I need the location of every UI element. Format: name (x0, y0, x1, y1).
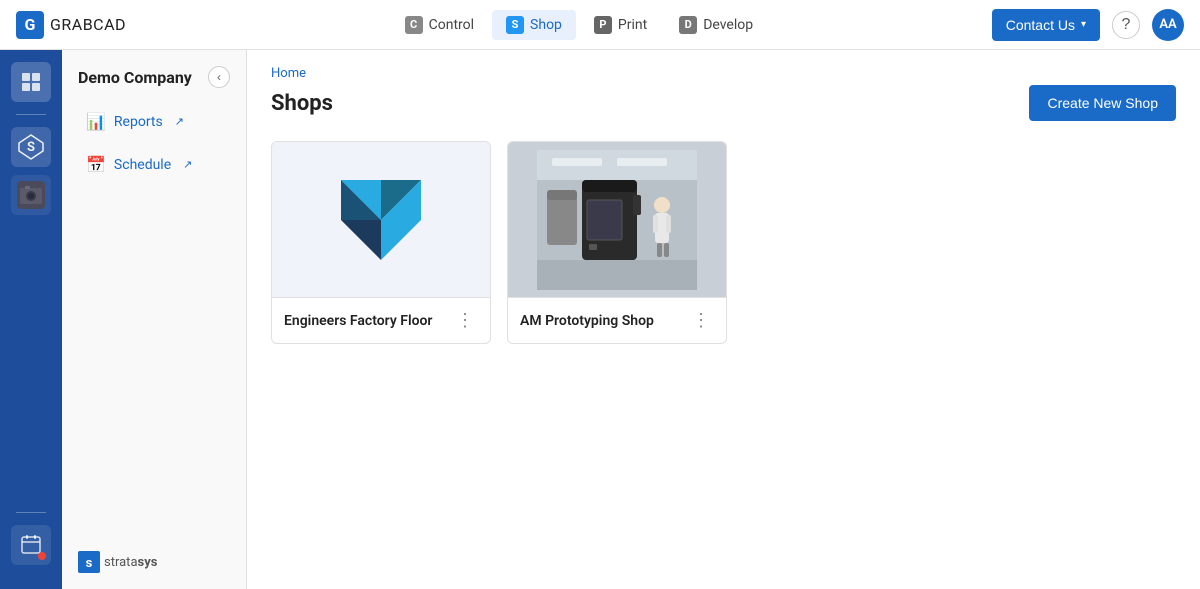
logo-area[interactable]: G GRABCAD (16, 11, 126, 39)
sidebar-item-reports[interactable]: 📊 Reports ↗ (70, 102, 238, 141)
control-icon: C (405, 16, 423, 34)
company-name: Demo Company (78, 68, 192, 87)
camera-icon (17, 181, 45, 209)
chevron-down-icon: ▾ (1081, 19, 1086, 30)
shop-sidebar-icon-button[interactable]: S (11, 127, 51, 167)
shop-card-engineers-factory-floor[interactable]: Engineers Factory Floor ⋮ (271, 141, 491, 344)
shop-card-footer-2: AM Prototyping Shop ⋮ (508, 297, 726, 343)
shop-icon: S (506, 16, 524, 34)
sidebar-divider-top (16, 114, 46, 115)
page-title-row: Shops Create New Shop (271, 85, 1176, 121)
shop-card-menu-2[interactable]: ⋮ (688, 310, 714, 331)
svg-text:s: s (86, 556, 93, 571)
external-link-icon-2: ↗ (183, 158, 192, 171)
sidebar-bottom (11, 508, 51, 577)
shop-card-menu-1[interactable]: ⋮ (452, 310, 478, 331)
sidebar-footer: s stratasys (62, 535, 246, 589)
main-layout: S (0, 50, 1200, 589)
svg-text:S: S (27, 140, 35, 155)
main-content: Home Shops Create New Shop (247, 50, 1200, 589)
nav-item-shop[interactable]: S Shop (492, 10, 576, 40)
shop-card-image-2 (508, 142, 726, 297)
shop-card-image-1 (272, 142, 490, 297)
nav-label-control: Control (429, 17, 474, 33)
nav-item-control[interactable]: C Control (391, 10, 488, 40)
printer-svg (537, 150, 697, 290)
logo-text: GRABCAD (50, 15, 126, 34)
contact-us-button[interactable]: Contact Us ▾ (992, 9, 1100, 41)
breadcrumb[interactable]: Home (271, 66, 1176, 81)
shops-grid: Engineers Factory Floor ⋮ (271, 141, 1176, 344)
icon-sidebar: S (0, 50, 62, 589)
schedule-label: Schedule (114, 157, 171, 173)
create-new-shop-button[interactable]: Create New Shop (1029, 85, 1176, 121)
contact-us-label: Contact Us (1006, 17, 1075, 33)
develop-icon: D (679, 16, 697, 34)
top-nav: G GRABCAD C Control S Shop P Print D Dev… (0, 0, 1200, 50)
stratasys-logo: s stratasys (78, 551, 230, 573)
notification-dot (38, 552, 46, 560)
grabcad-logo-svg (321, 160, 441, 280)
shop-card-name-2: AM Prototyping Shop (520, 313, 654, 329)
help-icon: ? (1122, 16, 1131, 34)
nav-item-develop[interactable]: D Develop (665, 10, 767, 40)
shop-card-footer-1: Engineers Factory Floor ⋮ (272, 297, 490, 343)
sidebar-item-schedule[interactable]: 📅 Schedule ↗ (70, 145, 238, 184)
reports-label: Reports (114, 114, 163, 130)
stratasys-text: stratasys (104, 555, 157, 570)
external-link-icon: ↗ (175, 115, 184, 128)
shop-s-icon: S (17, 133, 45, 161)
reports-icon: 📊 (86, 112, 106, 131)
collapse-sidebar-button[interactable]: ‹ (208, 66, 230, 88)
camera-sidebar-button[interactable] (11, 175, 51, 215)
nav-label-print: Print (618, 17, 647, 33)
schedule-icon: 📅 (86, 155, 106, 174)
print-icon: P (594, 16, 612, 34)
grid-icon (20, 71, 42, 93)
avatar[interactable]: AA (1152, 9, 1184, 41)
stratasys-icon: s (78, 551, 100, 573)
shop-card-am-prototyping[interactable]: AM Prototyping Shop ⋮ (507, 141, 727, 344)
sidebar-divider-bottom (16, 512, 46, 513)
help-button[interactable]: ? (1112, 11, 1140, 39)
shop-card-name-1: Engineers Factory Floor (284, 313, 432, 329)
grid-view-button[interactable] (11, 62, 51, 102)
nav-items: C Control S Shop P Print D Develop (166, 10, 992, 40)
logo-g-icon: G (16, 11, 44, 39)
company-header: Demo Company ‹ (62, 50, 246, 100)
calendar-button[interactable] (11, 525, 51, 565)
nav-label-shop: Shop (530, 17, 562, 33)
nav-label-develop: Develop (703, 17, 753, 33)
company-sidebar: Demo Company ‹ 📊 Reports ↗ 📅 Schedule ↗ … (62, 50, 247, 589)
nav-item-print[interactable]: P Print (580, 10, 661, 40)
nav-right: Contact Us ▾ ? AA (992, 9, 1184, 41)
page-title: Shops (271, 91, 333, 116)
